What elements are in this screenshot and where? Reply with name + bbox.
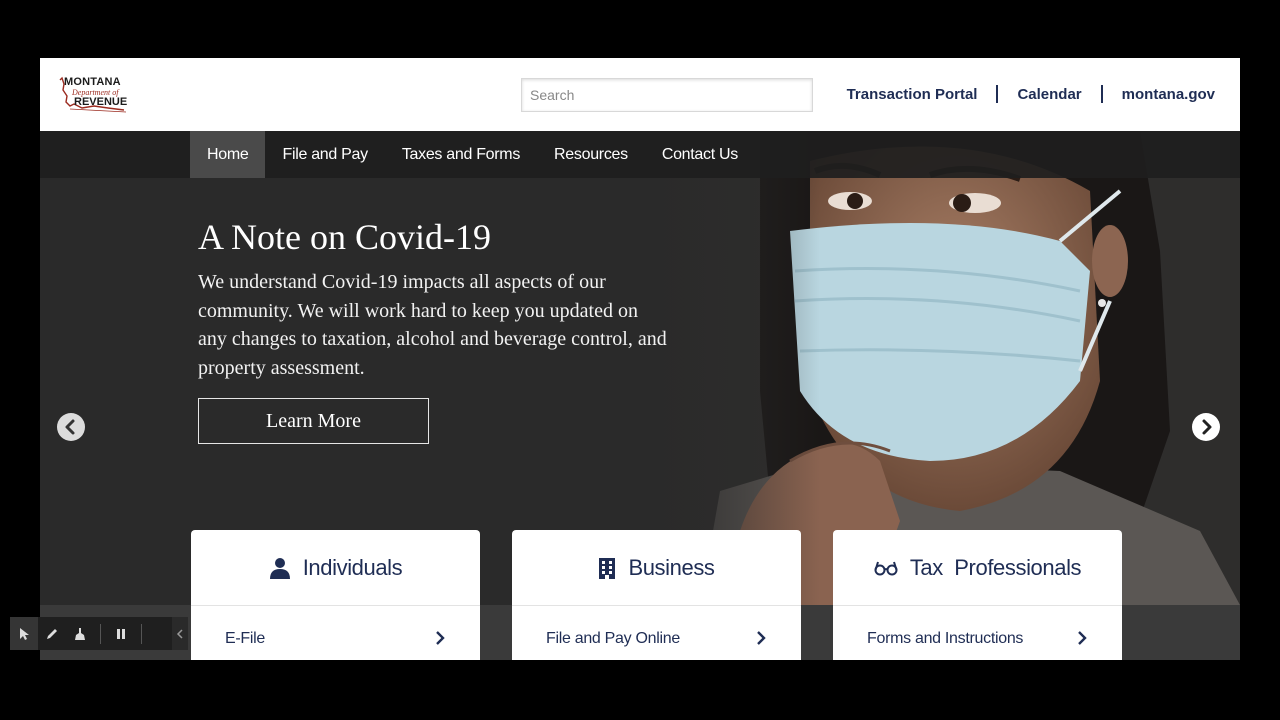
site-header: MONTANA Department of REVENUE Transactio… (40, 58, 1240, 131)
chevron-right-icon (436, 631, 445, 645)
broom-icon (75, 627, 85, 640)
learn-more-button[interactable]: Learn More (198, 398, 429, 444)
individuals-card: Individuals E-File (191, 530, 480, 660)
chevron-left-icon (176, 628, 183, 639)
logo-line-montana: MONTANA (64, 76, 121, 88)
clear-tool[interactable] (66, 617, 94, 650)
nav-item-taxes-and-forms[interactable]: Taxes and Forms (385, 131, 537, 178)
card-link-e-file[interactable]: E-File (191, 606, 480, 660)
pencil-icon (47, 628, 57, 639)
card-title: Business (628, 554, 715, 580)
montana-dor-logo[interactable]: MONTANA Department of REVENUE (58, 74, 130, 116)
card-header[interactable]: Business (512, 530, 801, 606)
card-header[interactable]: Individuals (191, 530, 480, 606)
browser-viewport: MONTANA Department of REVENUE Transactio… (40, 58, 1240, 660)
cursor-tool[interactable] (10, 617, 38, 650)
card-title: Individuals (302, 554, 403, 580)
card-link-label: E-File (225, 630, 265, 647)
nav-item-home[interactable]: Home (190, 131, 266, 178)
card-header[interactable]: Tax Professionals (833, 530, 1122, 606)
chevron-right-icon (1202, 419, 1212, 435)
transaction-portal-link[interactable]: Transaction Portal (847, 86, 978, 103)
toolbar-divider (100, 623, 101, 644)
chevron-right-icon (757, 631, 766, 645)
nav-item-file-and-pay[interactable]: File and Pay (265, 131, 384, 178)
carousel-next-button[interactable] (1192, 413, 1220, 441)
nav-item-contact-us[interactable]: Contact Us (645, 131, 755, 178)
utility-links: Transaction Portal Calendar montana.gov (847, 85, 1215, 103)
hero-body: We understand Covid-19 impacts all aspec… (198, 271, 667, 379)
hero-title: A Note on Covid-19 (198, 217, 491, 257)
toolbar-collapse-button[interactable] (172, 617, 188, 650)
cursor-icon (20, 627, 29, 640)
card-link-label: File and Pay Online (546, 630, 680, 647)
chevron-right-icon (1078, 631, 1087, 645)
carousel-prev-button[interactable] (57, 413, 85, 441)
glasses-icon (874, 561, 898, 575)
card-link-file-and-pay-online[interactable]: File and Pay Online (512, 606, 801, 660)
pencil-tool[interactable] (38, 617, 66, 650)
search-input[interactable] (521, 78, 813, 112)
link-divider (996, 85, 999, 103)
toolbar-divider (141, 623, 142, 644)
card-link-forms-and-instructions[interactable]: Forms and Instructions (833, 606, 1122, 660)
card-link-label: Forms and Instructions (867, 630, 1024, 647)
business-card: Business File and Pay Online (512, 530, 801, 660)
pause-icon (117, 628, 125, 639)
logo-line-revenue: REVENUE (74, 96, 128, 108)
montana-gov-link[interactable]: montana.gov (1122, 86, 1215, 103)
main-nav: Home File and Pay Taxes and Forms Resour… (40, 131, 1240, 178)
tax-professionals-card: Tax Professionals Forms and Instructions (833, 530, 1122, 660)
person-icon (269, 557, 290, 579)
pause-button[interactable] (107, 617, 135, 650)
chevron-left-icon (65, 419, 75, 435)
nav-item-resources[interactable]: Resources (537, 131, 645, 178)
building-icon (599, 557, 616, 579)
annotation-toolbar (10, 617, 188, 650)
calendar-link[interactable]: Calendar (1017, 86, 1081, 103)
hero-text-block: A Note on Covid-19 We understand Covid-1… (198, 216, 668, 382)
card-title: Tax Professionals (909, 554, 1082, 580)
link-divider (1100, 85, 1103, 103)
